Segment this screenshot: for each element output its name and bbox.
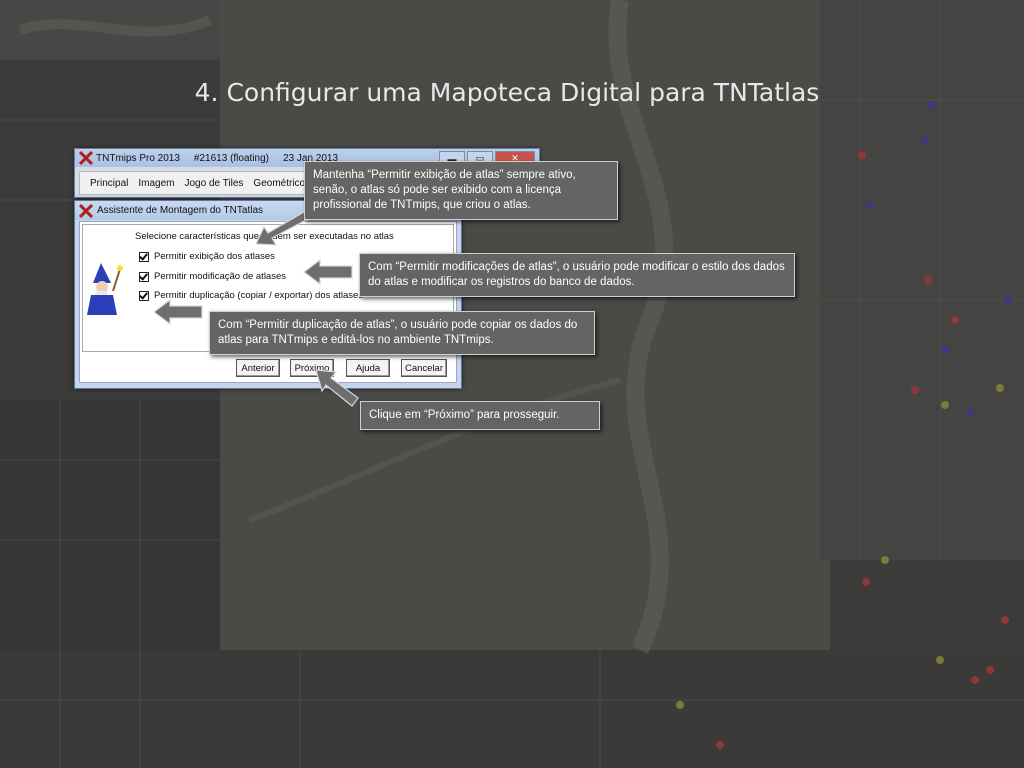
arrow-to-modificacao — [303, 258, 353, 286]
tntmips-logo-icon — [79, 203, 93, 218]
arrow-to-exibicao — [255, 211, 309, 246]
callout-duplicacao-text: Com “Permitir duplicação de atlas”, o us… — [218, 319, 578, 346]
option-permitir-exibicao[interactable]: Permitir exibição dos atlases — [139, 251, 275, 262]
arrow-to-duplicacao — [153, 298, 203, 326]
callout-exibicao-text: Mantenha “Permitir exibição de atlas” se… — [313, 169, 576, 211]
menu-jogo-de-tiles[interactable]: Jogo de Tiles — [184, 178, 243, 189]
checkbox-modificacao[interactable] — [139, 271, 149, 282]
callout-modificacao: Com “Permitir modificações de atlas”, o … — [359, 253, 795, 297]
tntmips-logo-icon — [79, 151, 93, 165]
option-permitir-modificacao[interactable]: Permitir modificação de atlases — [139, 271, 286, 282]
wizard-button-row: Anterior Próximo Ajuda Cancelar — [80, 356, 456, 380]
callout-duplicacao: Com “Permitir duplicação de atlas”, o us… — [209, 311, 595, 355]
slide-title: 4. Configurar uma Mapoteca Digital para … — [194, 78, 820, 107]
dialog-title: Assistente de Montagem do TNTatlas — [97, 205, 264, 216]
callout-modificacao-text: Com “Permitir modificações de atlas”, o … — [368, 261, 785, 288]
menu-geometrico[interactable]: Geométrico — [253, 178, 305, 189]
checkbox-duplicacao[interactable] — [139, 290, 149, 301]
main-window-title-build: #21613 (floating) — [193, 152, 269, 164]
cancel-button[interactable]: Cancelar — [401, 359, 447, 377]
callout-proximo-text: Clique em “Próximo” para prosseguir. — [369, 409, 560, 421]
checkbox-exibicao[interactable] — [139, 251, 149, 262]
callout-proximo: Clique em “Próximo” para prosseguir. — [360, 401, 600, 430]
menu-principal[interactable]: Principal — [90, 178, 128, 189]
callout-exibicao: Mantenha “Permitir exibição de atlas” se… — [304, 161, 618, 220]
main-window-title-product: TNTmips Pro 2013 — [96, 152, 180, 164]
option-exibicao-label: Permitir exibição dos atlases — [154, 251, 275, 262]
option-modificacao-label: Permitir modificação de atlases — [154, 271, 286, 282]
menu-imagem[interactable]: Imagem — [138, 178, 174, 189]
arrow-to-next-button — [315, 369, 359, 407]
wizard-icon — [87, 263, 123, 315]
back-button[interactable]: Anterior — [236, 359, 280, 377]
